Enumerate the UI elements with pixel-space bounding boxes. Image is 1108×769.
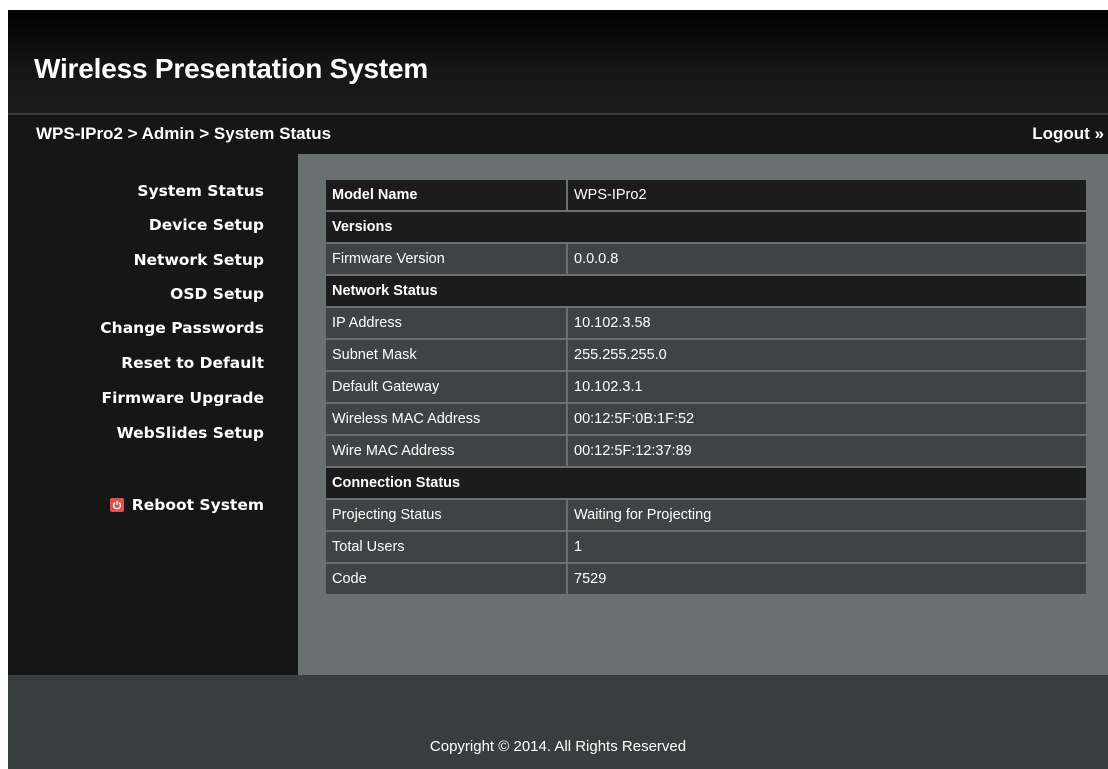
model-name-value: WPS-IPro2 <box>568 180 1086 210</box>
app-title: Wireless Presentation System <box>34 53 429 84</box>
reboot-system-button[interactable]: Reboot System <box>109 496 264 514</box>
sidebar-item-network-setup[interactable]: Network Setup <box>134 251 264 269</box>
breadcrumb: WPS-IPro2 > Admin > System Status <box>36 124 332 143</box>
code-value: 7529 <box>568 564 1086 594</box>
power-icon <box>109 498 124 512</box>
section-header-versions: Versions <box>326 212 1086 242</box>
footer: Copyright © 2014. All Rights Reserved <box>8 675 1108 769</box>
default-gateway-value: 10.102.3.1 <box>568 372 1086 402</box>
wireless-mac-value: 00:12:5F:0B:1F:52 <box>568 404 1086 434</box>
wire-mac-label: Wire MAC Address <box>326 436 566 466</box>
table-row-wire-mac: Wire MAC Address 00:12:5F:12:37:89 <box>326 436 1086 466</box>
sidebar: System Status Device Setup Network Setup… <box>8 154 298 675</box>
section-header-connection-status: Connection Status <box>326 468 1086 498</box>
table-row-model-name: Model Name WPS-IPro2 <box>326 180 1086 210</box>
table-row-subnet-mask: Subnet Mask 255.255.255.0 <box>326 340 1086 370</box>
app-window: Wireless Presentation System WPS-IPro2 >… <box>8 10 1108 769</box>
total-users-value: 1 <box>568 532 1086 562</box>
firmware-version-value: 0.0.0.8 <box>568 244 1086 274</box>
logout-link[interactable]: Logout » <box>1032 124 1104 144</box>
sidebar-item-firmware-upgrade[interactable]: Firmware Upgrade <box>101 389 264 407</box>
code-label: Code <box>326 564 566 594</box>
default-gateway-label: Default Gateway <box>326 372 566 402</box>
network-status-section-label: Network Status <box>326 276 1086 306</box>
subnet-mask-label: Subnet Mask <box>326 340 566 370</box>
table-row-wireless-mac: Wireless MAC Address 00:12:5F:0B:1F:52 <box>326 404 1086 434</box>
wire-mac-value: 00:12:5F:12:37:89 <box>568 436 1086 466</box>
projecting-status-value: Waiting for Projecting <box>568 500 1086 530</box>
header: Wireless Presentation System <box>8 10 1108 113</box>
projecting-status-label: Projecting Status <box>326 500 566 530</box>
table-row-firmware-version: Firmware Version 0.0.0.8 <box>326 244 1086 274</box>
table-row-ip-address: IP Address 10.102.3.58 <box>326 308 1086 338</box>
model-name-label: Model Name <box>326 180 566 210</box>
total-users-label: Total Users <box>326 532 566 562</box>
connection-status-section-label: Connection Status <box>326 468 1086 498</box>
wireless-mac-label: Wireless MAC Address <box>326 404 566 434</box>
subnet-mask-value: 255.255.255.0 <box>568 340 1086 370</box>
table-row-code: Code 7529 <box>326 564 1086 594</box>
sidebar-item-change-passwords[interactable]: Change Passwords <box>100 319 264 337</box>
versions-section-label: Versions <box>326 212 1086 242</box>
system-status-table: Model Name WPS-IPro2 Versions Firmware V… <box>324 178 1088 596</box>
copyright-text: Copyright © 2014. All Rights Reserved <box>429 738 687 755</box>
firmware-version-label: Firmware Version <box>326 244 566 274</box>
table-row-projecting-status: Projecting Status Waiting for Projecting <box>326 500 1086 530</box>
breadcrumb-bar: WPS-IPro2 > Admin > System Status Logout… <box>8 113 1108 154</box>
reboot-system-label: Reboot System <box>131 496 264 514</box>
table-row-default-gateway: Default Gateway 10.102.3.1 <box>326 372 1086 402</box>
ip-address-value: 10.102.3.58 <box>568 308 1086 338</box>
sidebar-item-webslides-setup[interactable]: WebSlides Setup <box>117 424 264 442</box>
sidebar-item-system-status[interactable]: System Status <box>137 182 264 200</box>
section-header-network-status: Network Status <box>326 276 1086 306</box>
table-row-total-users: Total Users 1 <box>326 532 1086 562</box>
ip-address-label: IP Address <box>326 308 566 338</box>
main-content: Model Name WPS-IPro2 Versions Firmware V… <box>298 154 1108 675</box>
sidebar-item-osd-setup[interactable]: OSD Setup <box>170 285 264 303</box>
sidebar-item-reset-to-default[interactable]: Reset to Default <box>121 354 264 372</box>
sidebar-item-device-setup[interactable]: Device Setup <box>149 216 264 234</box>
